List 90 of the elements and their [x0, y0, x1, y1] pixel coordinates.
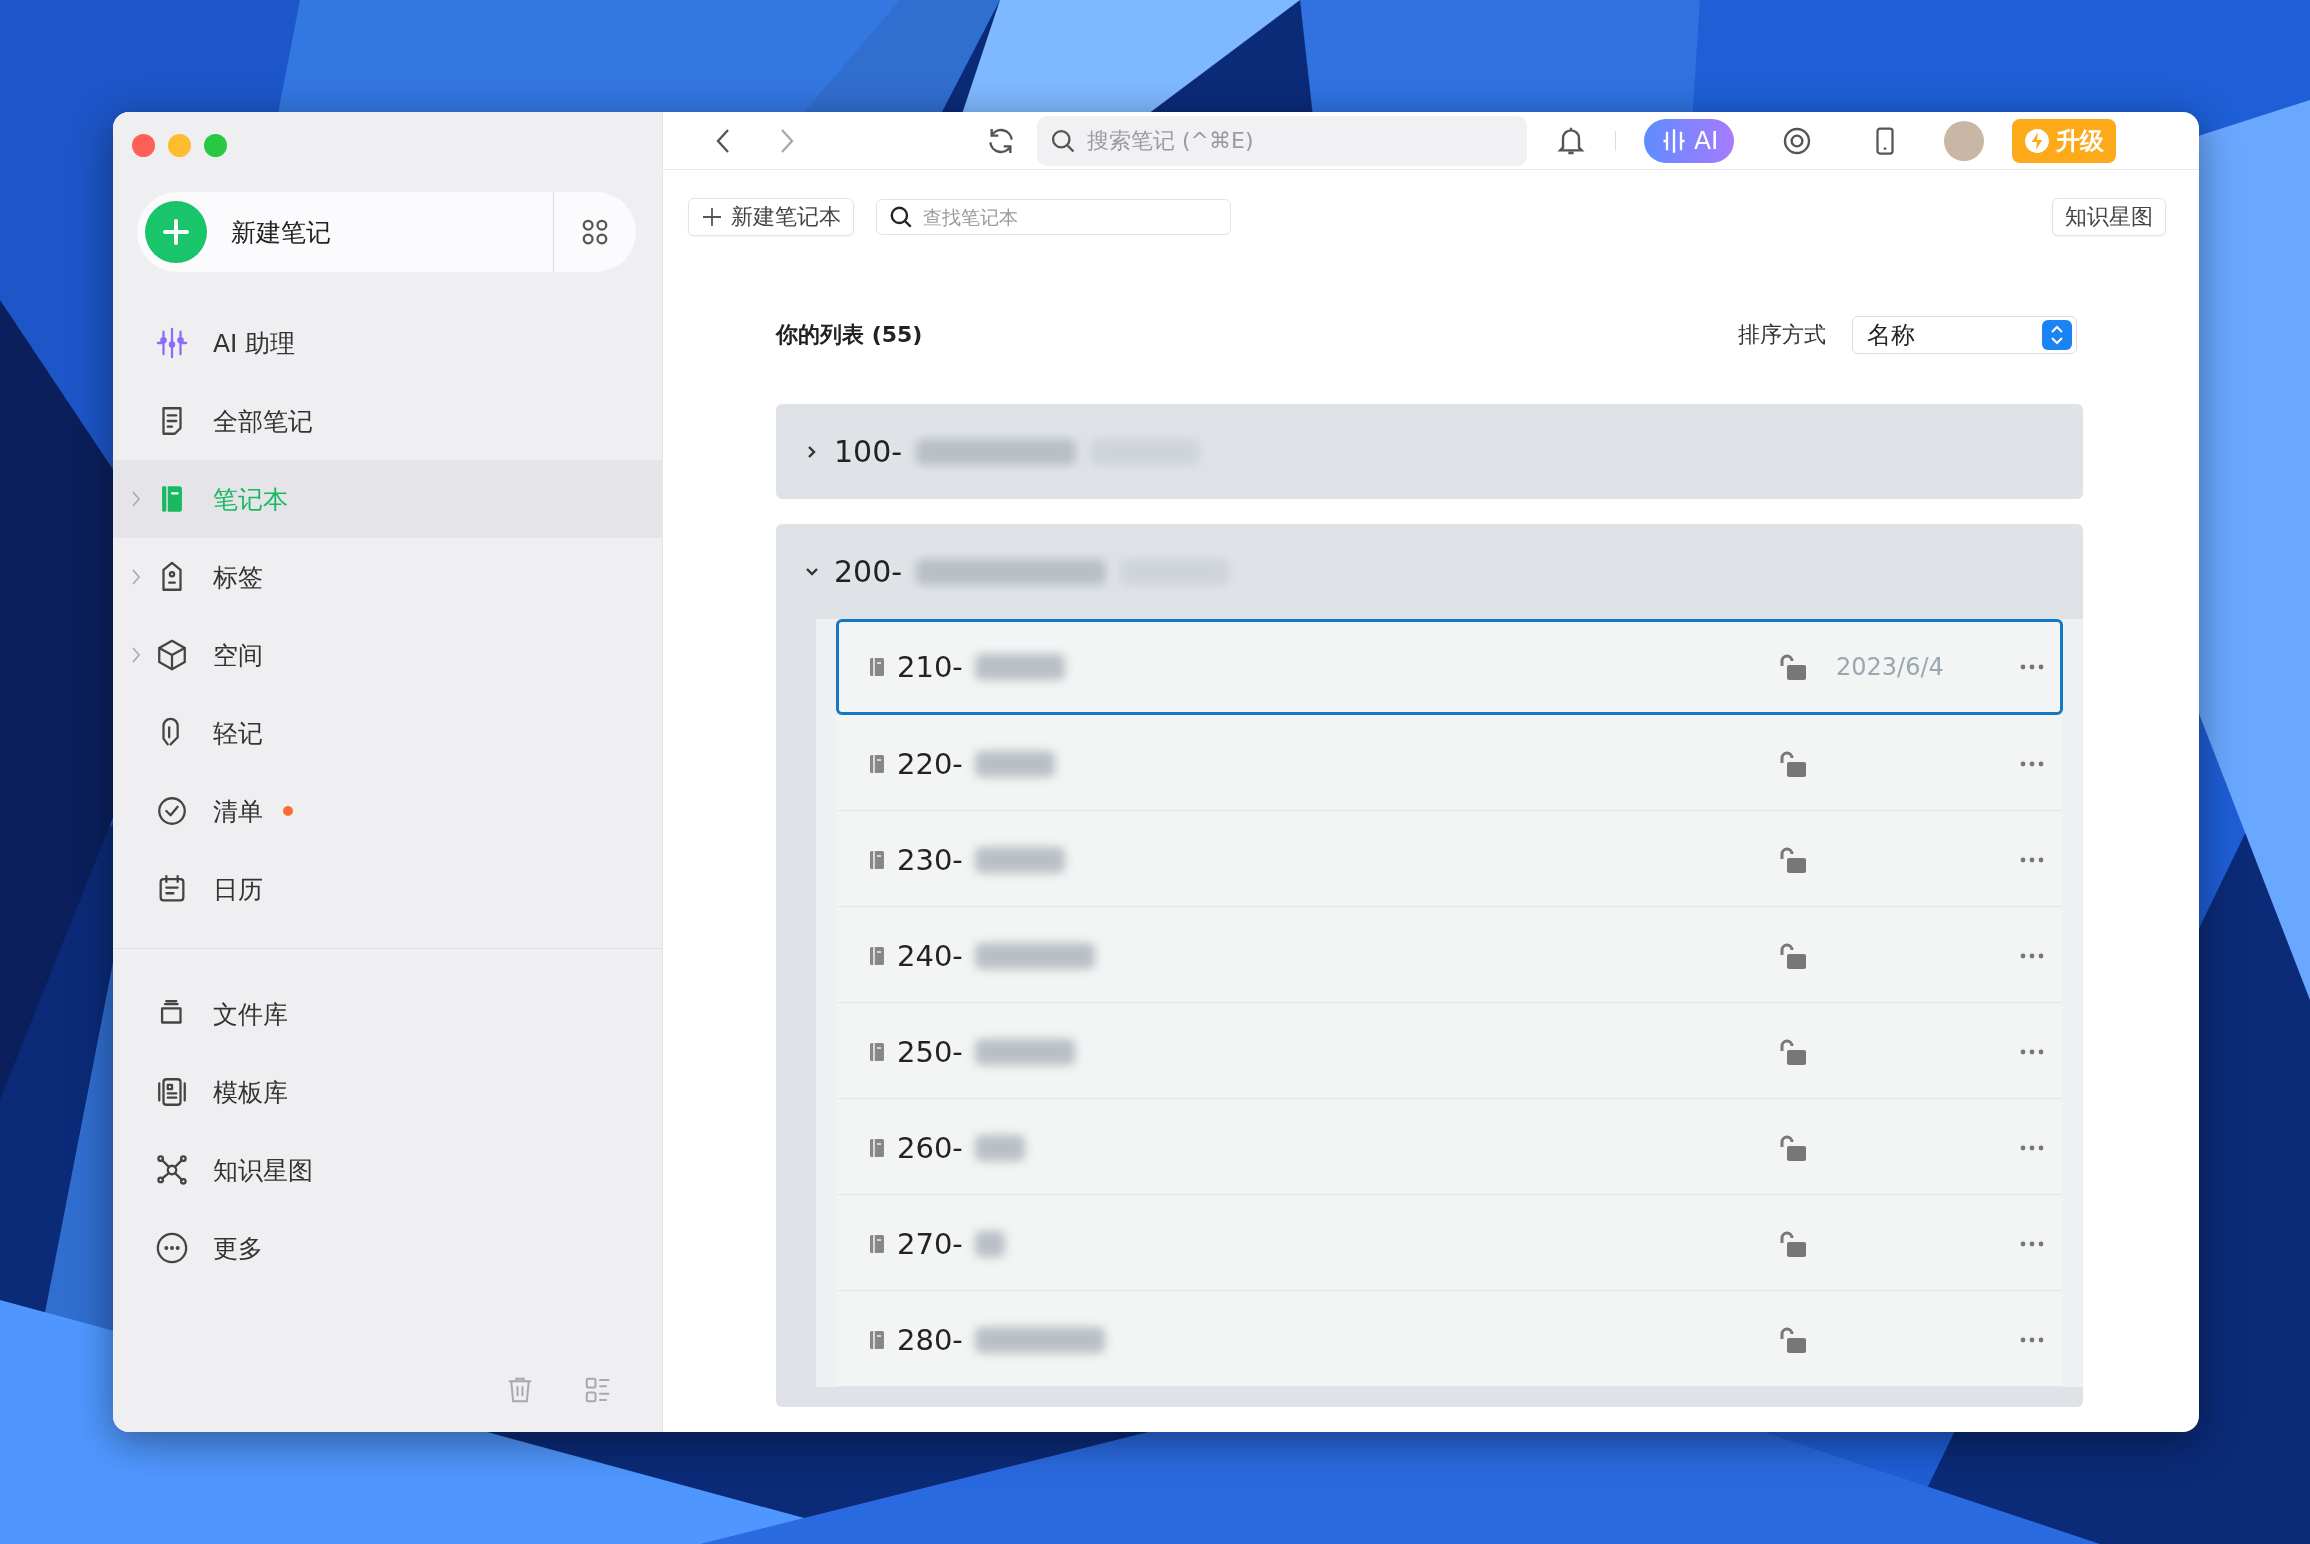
knowledge-graph-button[interactable]: 知识星图: [2052, 198, 2166, 236]
sidebar-item[interactable]: 文件库: [113, 975, 662, 1053]
notebook-title: 220-: [897, 747, 963, 781]
stepper-icon: [2042, 320, 2072, 350]
group-title: 200-: [834, 554, 903, 589]
group-header[interactable]: 100-: [776, 404, 2083, 499]
notebook-row[interactable]: 220-: [836, 715, 2063, 811]
sidebar-label: 空间: [213, 639, 263, 672]
sidebar-label: 清单: [213, 795, 263, 828]
sort-label: 排序方式: [1738, 321, 1826, 349]
sidebar-item[interactable]: 轻记: [113, 694, 662, 772]
notebook-icon: [869, 1330, 885, 1350]
blurred-text: [974, 1135, 1025, 1161]
unlocked-lock-icon[interactable]: [1778, 1135, 1806, 1161]
notebook-icon: [869, 754, 885, 774]
unlocked-lock-icon[interactable]: [1778, 847, 1806, 873]
plus-icon: [701, 206, 723, 228]
notebook-icon: [869, 1138, 885, 1158]
template-icon: [155, 1075, 189, 1109]
grid-icon: [580, 217, 610, 247]
sidebar-label: 知识星图: [213, 1154, 313, 1187]
sidebar-item[interactable]: 空间: [113, 616, 662, 694]
lightning-icon: [2024, 127, 2051, 154]
blurred-text: [974, 1231, 1005, 1257]
sidebar-item[interactable]: 标签: [113, 538, 662, 616]
find-notebook-field[interactable]: 查找笔记本: [876, 199, 1231, 235]
group-header[interactable]: 200-: [776, 524, 2083, 619]
sidebar-item[interactable]: 日历: [113, 850, 662, 928]
more-icon[interactable]: [2020, 1241, 2044, 1247]
unlocked-lock-icon[interactable]: [1778, 654, 1806, 680]
notebook-title: 260-: [897, 1131, 963, 1165]
notebook-title: 270-: [897, 1227, 963, 1261]
sparkle-icon: [155, 326, 189, 360]
sidebar-item[interactable]: 更多: [113, 1209, 662, 1287]
date-text: 2023/6/4: [1836, 653, 1945, 681]
search-field[interactable]: 搜索笔记 (^⌘E): [1037, 115, 1527, 166]
notebook-title: 240-: [897, 939, 963, 973]
sidebar-item[interactable]: 模板库: [113, 1053, 662, 1131]
sort-select[interactable]: 名称: [1852, 316, 2077, 354]
notebook-row[interactable]: 230-: [836, 811, 2063, 907]
notebook-title: 210-: [897, 650, 963, 684]
list-title: 你的列表 (55): [776, 321, 923, 349]
more-icon: [155, 1231, 189, 1265]
notebook-row[interactable]: 210- 2023/6/4: [836, 619, 2063, 715]
notebook-title: 250-: [897, 1035, 963, 1069]
unlocked-lock-icon[interactable]: [1778, 1039, 1806, 1065]
sidebar-item[interactable]: AI 助理: [113, 304, 662, 382]
notebook-icon: [869, 1234, 885, 1254]
notebook-row[interactable]: 240-: [836, 907, 2063, 1003]
sidebar-item[interactable]: 知识星图: [113, 1131, 662, 1209]
cube-icon: [155, 638, 189, 672]
unlocked-lock-icon[interactable]: [1778, 1327, 1806, 1353]
unlocked-lock-icon[interactable]: [1778, 751, 1806, 777]
notebook-row[interactable]: 280-: [836, 1291, 2063, 1387]
notebook-icon: [869, 946, 885, 966]
more-icon[interactable]: [2020, 1337, 2044, 1343]
sidebar-label: 笔记本: [213, 483, 288, 516]
sidebar-label: 全部笔记: [213, 405, 313, 438]
notebook-row[interactable]: 250-: [836, 1003, 2063, 1099]
sidebar-label: 更多: [213, 1232, 263, 1265]
more-icon[interactable]: [2020, 761, 2044, 767]
new-notebook-button[interactable]: 新建笔记本: [688, 198, 854, 236]
close-button[interactable]: [132, 134, 155, 157]
notebook-row[interactable]: 270-: [836, 1195, 2063, 1291]
sidebar-item[interactable]: 清单: [113, 772, 662, 850]
graph-icon: [155, 1153, 189, 1187]
notebook-icon: [869, 1042, 885, 1062]
sidebar-label: 标签: [213, 561, 263, 594]
notebook-row[interactable]: 260-: [836, 1099, 2063, 1195]
sidebar-label: 文件库: [213, 998, 288, 1031]
sidebar-item[interactable]: 全部笔记: [113, 382, 662, 460]
more-icon[interactable]: [2020, 857, 2044, 863]
group-title: 100-: [834, 434, 903, 469]
more-icon[interactable]: [2020, 664, 2044, 670]
notebook-icon: [869, 657, 885, 677]
notebook-icon: [869, 850, 885, 870]
sidebar-label: 日历: [213, 873, 263, 906]
more-icon[interactable]: [2020, 1049, 2044, 1055]
more-icon[interactable]: [2020, 1145, 2044, 1151]
check-circle-icon: [155, 794, 189, 828]
more-icon[interactable]: [2020, 953, 2044, 959]
plus-icon: [145, 201, 207, 263]
sidebar-label: 模板库: [213, 1076, 288, 1109]
notebook-title: 230-: [897, 843, 963, 877]
sidebar-label: 轻记: [213, 717, 263, 750]
notebook-title: 280-: [897, 1323, 963, 1357]
unlocked-lock-icon[interactable]: [1778, 1231, 1806, 1257]
unlocked-lock-icon[interactable]: [1778, 943, 1806, 969]
search-icon: [888, 204, 914, 230]
sidebar-label: AI 助理: [213, 327, 296, 360]
